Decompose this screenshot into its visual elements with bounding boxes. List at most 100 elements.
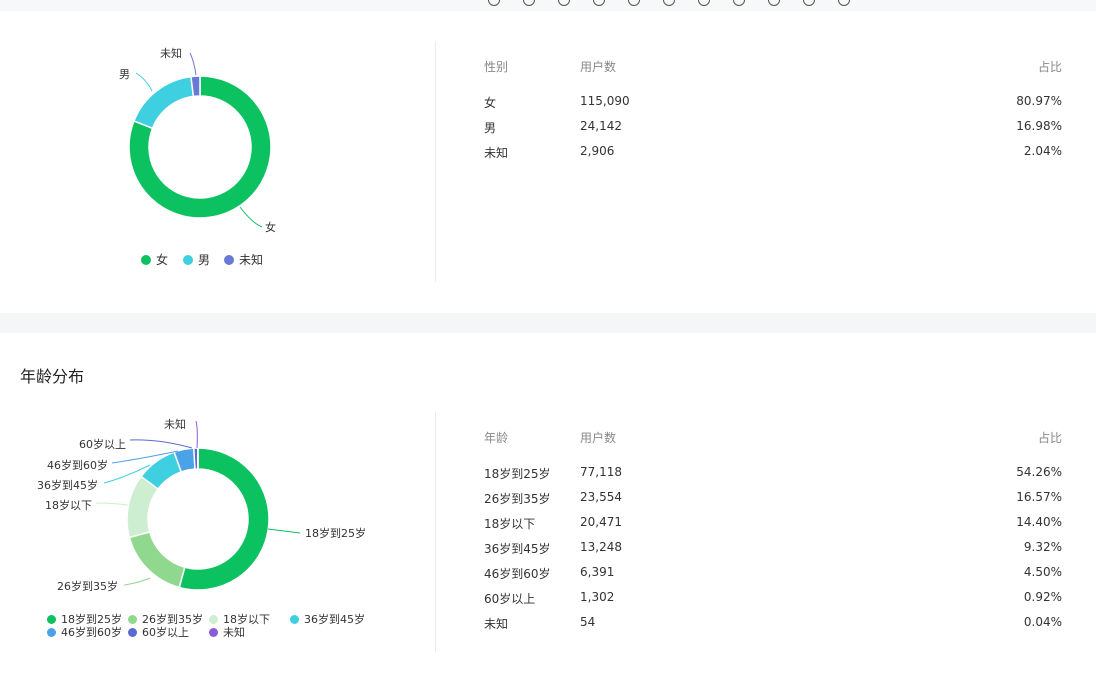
table-row: 未知 54 0.04%: [484, 615, 1062, 633]
row-pct: 0.04%: [1023, 615, 1062, 629]
row-label: 未知: [484, 146, 509, 160]
table-row: 26岁到35岁 23,554 16.57%: [484, 490, 1062, 508]
row-label: 46岁到60岁: [484, 567, 551, 581]
legend-dot-icon: [209, 614, 218, 624]
legend-dot-icon: [290, 614, 299, 624]
legend-label: 未知: [239, 253, 264, 267]
slice-label-line: [135, 72, 153, 92]
row-pct: 14.40%: [1016, 515, 1062, 529]
table-row: 18岁到25岁 77,118 54.26%: [484, 465, 1062, 483]
row-count: 2,906: [580, 144, 615, 158]
row-pct: 4.50%: [1023, 565, 1062, 579]
slice-label-line: [195, 420, 198, 449]
toolbar-icon[interactable]: [628, 0, 640, 6]
legend-item[interactable]: 36岁到45岁: [290, 611, 365, 627]
row-pct: 2.04%: [1023, 144, 1062, 158]
slice-label-line: [95, 502, 129, 506]
table-row: 女 115,090 80.97%: [484, 94, 1062, 112]
slice-label: 18岁到25岁: [305, 526, 366, 540]
toolbar-icon[interactable]: [488, 0, 500, 6]
row-count: 24,142: [580, 119, 622, 133]
row-label: 18岁到25岁: [484, 467, 551, 481]
vertical-divider: [435, 42, 436, 282]
slice-label: 女: [265, 220, 276, 234]
row-pct: 16.98%: [1016, 119, 1062, 133]
row-label: 未知: [484, 617, 509, 631]
row-pct: 80.97%: [1016, 94, 1062, 108]
age-donut-chart: 18岁到25岁 26岁到35岁 18岁以下 36岁到45岁 46岁到60岁 60岁以上 未知: [0, 393, 435, 623]
table-row: 18岁以下 20,471 14.40%: [484, 515, 1062, 533]
legend-dot-icon: [128, 614, 137, 624]
slice-label-line: [239, 206, 263, 228]
age-donut-svg: 18岁到25岁 26岁到35岁 18岁以下 36岁到45岁 46岁到60岁 60岁以上 未知: [37, 417, 366, 593]
legend-item[interactable]: 女: [141, 251, 168, 268]
age-table: 年龄 用户数 占比 18岁到25岁 77,118 54.26% 26岁到35岁 …: [484, 429, 1062, 631]
legend-label: 36岁到45岁: [304, 613, 365, 626]
toolbar-icon[interactable]: [838, 0, 850, 6]
legend-dot-icon: [209, 627, 218, 637]
toolbar-icon[interactable]: [593, 0, 605, 6]
legend-item[interactable]: 未知: [209, 624, 245, 640]
row-count: 1,302: [580, 590, 615, 604]
age-legend: 18岁到25岁 26岁到35岁 18岁以下 36岁到45岁 46岁到60岁 60岁以上 未知: [0, 611, 435, 641]
legend-item[interactable]: 男: [183, 251, 210, 268]
legend-dot-icon: [128, 627, 137, 637]
donut-slice[interactable]: [128, 531, 186, 589]
slice-label: 男: [119, 68, 130, 81]
toolbar-icon[interactable]: [733, 0, 745, 6]
header-age: 年龄: [484, 431, 509, 445]
slice-label: 未知: [160, 46, 182, 60]
table-row: 男 24,142 16.98%: [484, 119, 1062, 137]
legend-dot-icon: [47, 614, 56, 624]
toolbar-icon[interactable]: [698, 0, 710, 6]
toolbar-icon[interactable]: [663, 0, 675, 6]
slice-label: 26岁到35岁: [57, 579, 118, 593]
gender-legend: 女 男 未知: [0, 251, 435, 271]
row-pct: 54.26%: [1016, 465, 1062, 479]
row-label: 36岁到45岁: [484, 542, 551, 556]
row-count: 115,090: [580, 94, 630, 108]
slice-label: 46岁到60岁: [47, 458, 108, 472]
row-count: 6,391: [580, 565, 615, 579]
legend-label: 未知: [223, 626, 245, 639]
header-percentage: 占比: [1037, 60, 1062, 74]
row-label: 18岁以下: [484, 517, 536, 531]
row-count: 20,471: [580, 515, 622, 529]
legend-label: 46岁到60岁: [61, 626, 122, 639]
row-label: 女: [484, 96, 497, 110]
row-count: 23,554: [580, 490, 622, 504]
row-label: 男: [484, 121, 497, 135]
toolbar-icon[interactable]: [768, 0, 780, 6]
age-distribution-card: 年龄分布 18岁到25岁 26岁到35岁 18岁以下 36岁到45岁 46岁到60岁 60…: [0, 333, 1096, 683]
row-count: 77,118: [580, 465, 622, 479]
legend-dot-icon: [47, 627, 56, 637]
toolbar-icon[interactable]: [523, 0, 535, 6]
toolbar-icon[interactable]: [558, 0, 570, 6]
table-row: 36岁到45岁 13,248 9.32%: [484, 540, 1062, 558]
legend-dot-icon: [141, 254, 151, 265]
legend-label: 60岁以上: [142, 626, 189, 639]
slice-label-line: [189, 52, 197, 76]
slice-label-line: [267, 528, 301, 534]
gender-table: 性别 用户数 占比 女 115,090 80.97% 男 24,142 16.9…: [484, 58, 1062, 178]
slice-label-line: [123, 577, 151, 586]
slice-label-line: [129, 439, 193, 449]
header-user-count: 用户数: [580, 60, 617, 74]
legend-item[interactable]: 未知: [224, 251, 263, 268]
table-row: 60岁以上 1,302 0.92%: [484, 590, 1062, 608]
legend-dot-icon: [183, 254, 193, 265]
header-gender: 性别: [484, 60, 509, 74]
row-count: 13,248: [580, 540, 622, 554]
legend-label: 女: [156, 253, 169, 267]
legend-item[interactable]: 60岁以上: [128, 624, 189, 640]
row-label: 60岁以上: [484, 592, 536, 606]
header-user-count: 用户数: [580, 431, 617, 445]
header-percentage: 占比: [1037, 431, 1062, 445]
legend-label: 男: [198, 253, 211, 267]
toolbar-icon[interactable]: [803, 0, 815, 6]
donut-slice[interactable]: [132, 75, 195, 130]
legend-item[interactable]: 46岁到60岁: [47, 624, 122, 640]
top-toolbar-icons: [488, 0, 850, 6]
section-title: 年龄分布: [20, 367, 85, 386]
slice-label: 18岁以下: [45, 498, 92, 512]
